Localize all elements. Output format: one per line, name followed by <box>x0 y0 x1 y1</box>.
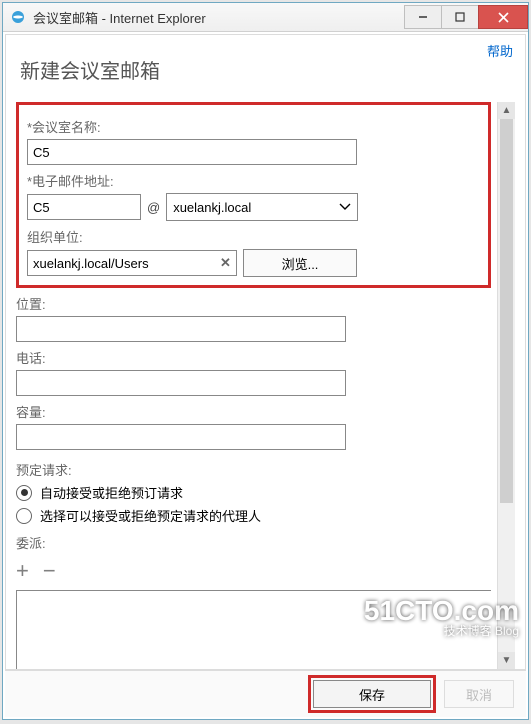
phone-label: 电话: <box>16 348 491 367</box>
location-input[interactable] <box>16 316 346 342</box>
scroll-up-icon[interactable]: ▲ <box>498 102 515 119</box>
form-panel: 帮助 新建会议室邮箱 *会议室名称: *电子邮件地址: @ xuelankj.l… <box>5 34 526 670</box>
window-frame: 会议室邮箱 - Internet Explorer 帮助 新建会议室邮箱 *会议… <box>2 2 529 720</box>
save-button[interactable]: 保存 <box>313 680 431 708</box>
save-label: 保存 <box>359 685 385 704</box>
save-highlight: 保存 <box>308 675 436 713</box>
page-title: 新建会议室邮箱 <box>20 55 511 84</box>
booking-auto-row[interactable]: 自动接受或拒绝预订请求 <box>16 483 491 502</box>
booking-label: 预定请求: <box>16 460 491 479</box>
chevron-down-icon <box>339 203 351 211</box>
email-domain-value: xuelankj.local <box>173 200 251 215</box>
room-name-input[interactable] <box>27 139 357 165</box>
scroll-track[interactable] <box>498 119 515 652</box>
ou-input[interactable] <box>28 252 214 274</box>
cancel-button[interactable]: 取消 <box>444 680 514 708</box>
scroll-thumb[interactable] <box>500 119 513 503</box>
footer: 保存 取消 <box>5 670 526 717</box>
remove-delegate-icon[interactable]: − <box>43 558 56 584</box>
add-delegate-icon[interactable]: + <box>16 558 29 584</box>
radio-selected-icon <box>16 485 32 501</box>
form-column: *会议室名称: *电子邮件地址: @ xuelankj.local <box>16 102 491 669</box>
ie-icon <box>9 8 27 26</box>
window-title: 会议室邮箱 - Internet Explorer <box>33 8 405 27</box>
email-label: *电子邮件地址: <box>27 171 480 190</box>
radio-unselected-icon <box>16 508 32 524</box>
ou-label: 组织单位: <box>27 227 480 246</box>
cancel-label: 取消 <box>466 685 492 704</box>
ou-input-wrapper: ✕ <box>27 250 237 276</box>
booking-delegate-label: 选择可以接受或拒绝预定请求的代理人 <box>40 506 261 525</box>
help-link[interactable]: 帮助 <box>487 41 513 60</box>
content-area: 帮助 新建会议室邮箱 *会议室名称: *电子邮件地址: @ xuelankj.l… <box>3 32 528 719</box>
scroll-down-icon[interactable]: ▼ <box>498 652 515 669</box>
room-name-label: *会议室名称: <box>27 117 480 136</box>
maximize-button[interactable] <box>441 5 479 29</box>
capacity-input[interactable] <box>16 424 346 450</box>
delegate-listbox[interactable] <box>16 590 491 669</box>
email-alias-input[interactable] <box>27 194 141 220</box>
highlighted-section: *会议室名称: *电子邮件地址: @ xuelankj.local <box>16 102 491 288</box>
clear-icon[interactable]: ✕ <box>214 255 236 271</box>
booking-auto-label: 自动接受或拒绝预订请求 <box>40 483 183 502</box>
at-symbol: @ <box>147 200 160 215</box>
titlebar: 会议室邮箱 - Internet Explorer <box>3 3 528 32</box>
browse-label: 浏览... <box>282 254 319 273</box>
location-label: 位置: <box>16 294 491 313</box>
delegate-label: 委派: <box>16 533 491 552</box>
vertical-scrollbar[interactable]: ▲ ▼ <box>497 102 515 669</box>
minimize-button[interactable] <box>404 5 442 29</box>
close-button[interactable] <box>478 5 528 29</box>
capacity-label: 容量: <box>16 402 491 421</box>
phone-input[interactable] <box>16 370 346 396</box>
booking-delegate-row[interactable]: 选择可以接受或拒绝预定请求的代理人 <box>16 506 491 525</box>
browse-button[interactable]: 浏览... <box>243 249 357 277</box>
email-domain-select[interactable]: xuelankj.local <box>166 193 358 221</box>
form-scrollarea: *会议室名称: *电子邮件地址: @ xuelankj.local <box>16 102 515 669</box>
